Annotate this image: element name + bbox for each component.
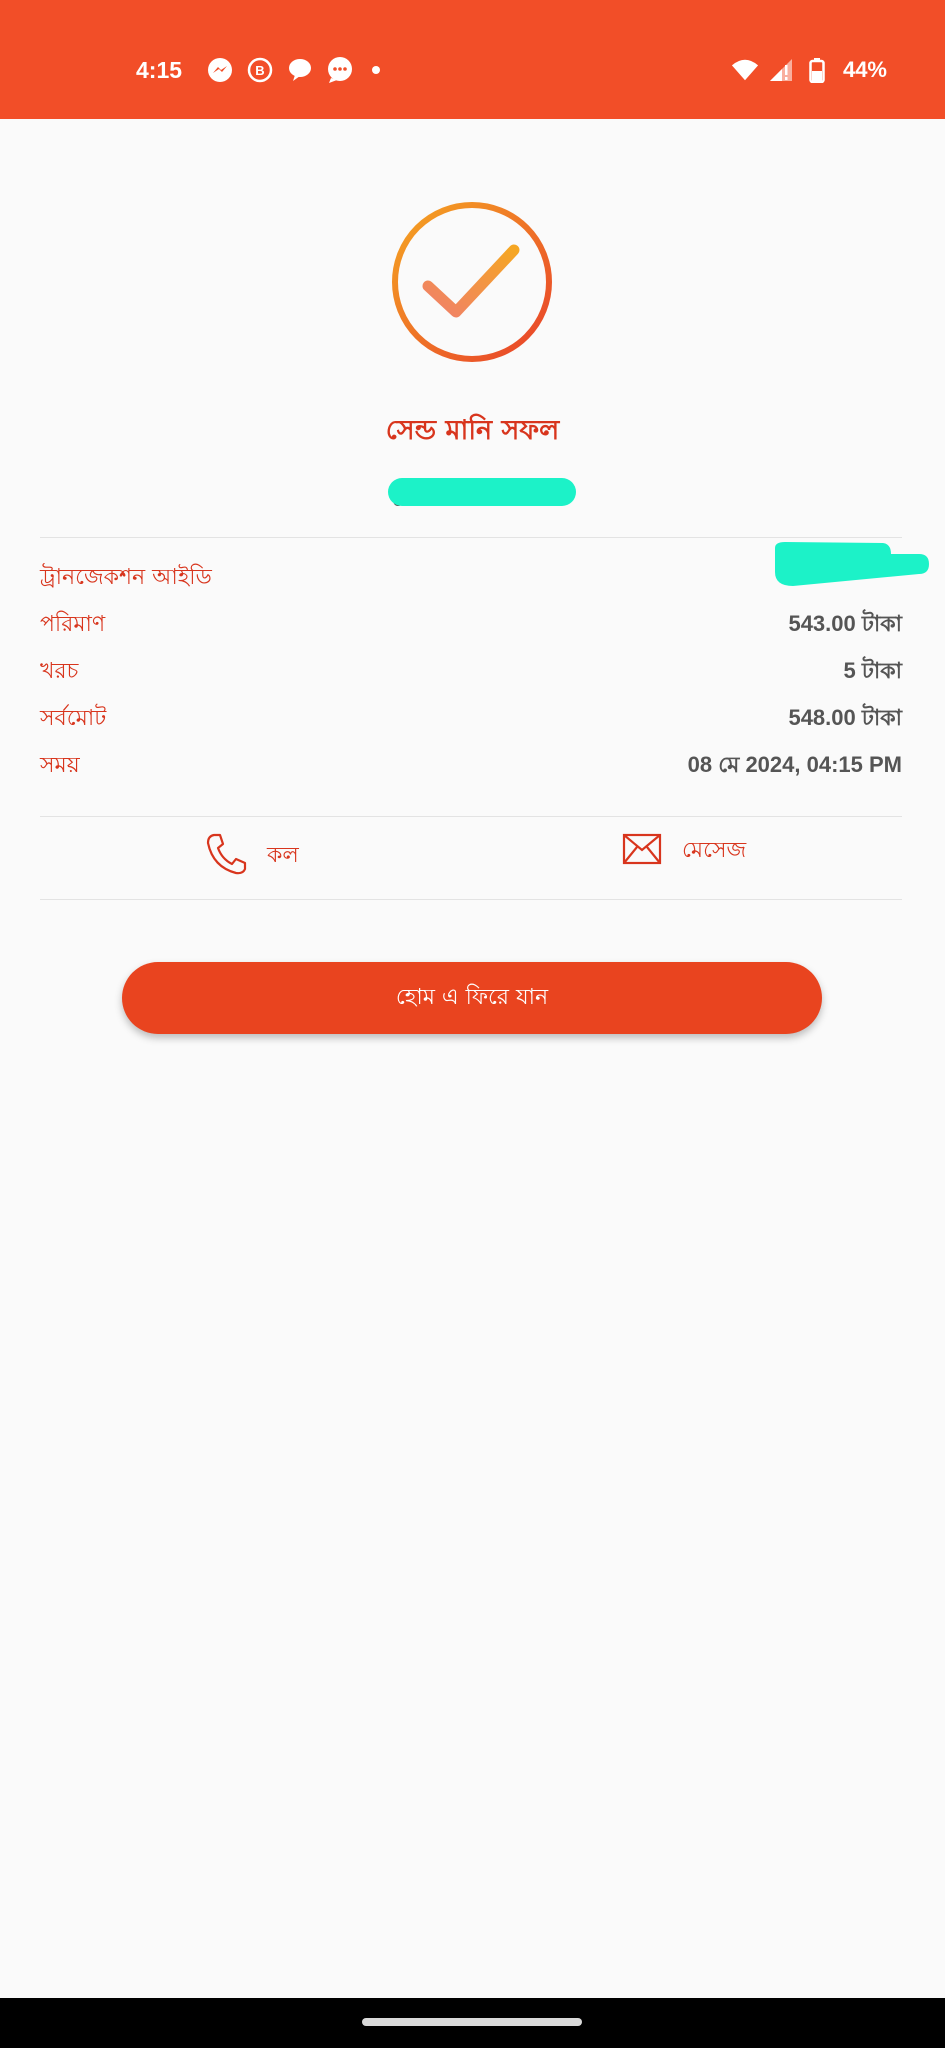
status-time: 4:15 (136, 56, 183, 83)
divider (40, 537, 902, 538)
wifi-icon (731, 56, 759, 84)
divider (40, 816, 902, 817)
notification-dot (372, 66, 381, 74)
detail-row-amount: পরিমাণ 543.00 টাকা (40, 603, 902, 643)
redaction-mask (388, 478, 576, 506)
status-left: 4:15 B (136, 56, 381, 84)
success-title: সেন্ড মানি সফল (385, 415, 560, 446)
detail-row-total: সর্বমোট 548.00 টাকা (40, 697, 902, 737)
battery-percentage: 44% (842, 57, 887, 82)
check-circle-icon (390, 200, 554, 364)
detail-label: পরিমাণ (40, 612, 106, 637)
home-indicator[interactable] (362, 2018, 582, 2026)
signal-icon (767, 56, 795, 84)
go-home-button[interactable]: হোম এ ফিরে যান (122, 962, 822, 1034)
detail-label: সর্বমোট (40, 706, 107, 731)
detail-label: ট্রানজেকশন আইডি (40, 565, 212, 590)
detail-row-transaction-id: ট্রানজেকশন আইডি (40, 556, 902, 596)
detail-value: 543.00 টাকা (788, 611, 902, 636)
message-label: মেসেজ (682, 837, 747, 863)
mail-icon (622, 832, 662, 870)
messages-icon (326, 56, 354, 84)
call-button[interactable]: কল (205, 832, 299, 880)
business-icon: B (246, 56, 274, 84)
detail-row-charge: খরচ 5 টাকা (40, 650, 902, 690)
navigation-bar (0, 1998, 945, 2048)
messenger-icon (206, 56, 234, 84)
recipient-number: 01707•••••• (388, 478, 578, 511)
detail-label: সময় (40, 753, 80, 778)
detail-row-time: সময় 08 মে 2024, 04:15 PM (40, 744, 902, 784)
svg-text:B: B (255, 63, 264, 78)
battery-icon (803, 56, 831, 84)
detail-value: 08 মে 2024, 04:15 PM (687, 752, 902, 777)
phone-icon (205, 832, 247, 880)
detail-value: 548.00 টাকা (788, 705, 902, 730)
detail-label: খরচ (40, 659, 79, 684)
call-label: কল (267, 842, 299, 868)
detail-value: 5 টাকা (843, 658, 903, 683)
chat-bubble-icon (286, 56, 314, 84)
divider (40, 899, 902, 900)
status-right: 44% (731, 56, 887, 84)
status-bar: 4:15 B 44% (0, 0, 945, 119)
message-button[interactable]: মেসেজ (622, 832, 746, 870)
